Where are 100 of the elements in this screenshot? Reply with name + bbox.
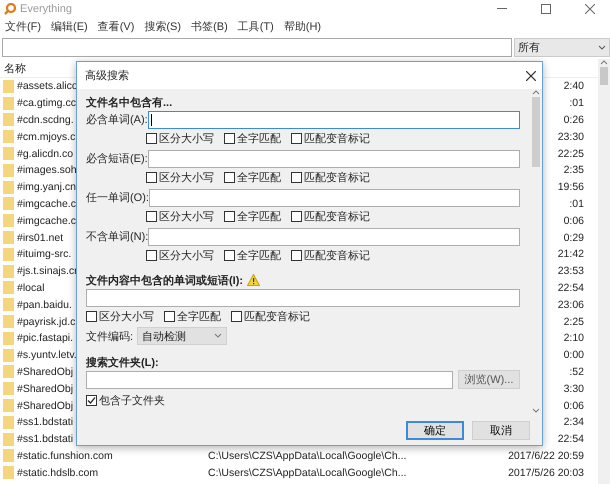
folder-icon [3, 416, 14, 429]
file-name: #pic.fastapi. [17, 332, 74, 344]
caret-icon [598, 44, 606, 50]
filter-dropdown[interactable]: 所有 [514, 38, 610, 57]
folder-icon [3, 214, 14, 228]
field-label: 文件编码: [86, 330, 134, 344]
close-icon[interactable] [526, 70, 536, 80]
checkbox[interactable]: 全字匹配 [224, 170, 281, 185]
checkbox[interactable]: 全字匹配 [224, 248, 281, 263]
folder-icon [3, 164, 14, 177]
encoding-dropdown[interactable]: 自动检测 [137, 327, 228, 345]
file-name: #ss1.bdstati [17, 416, 74, 428]
checkbox[interactable]: 区分大小写 [146, 131, 214, 146]
file-path: C:\Users\CZS\AppData\Local\Google\Ch... [208, 466, 408, 479]
modified-time: 22:54 [558, 433, 585, 446]
checkbox[interactable]: 区分大小写 [146, 170, 214, 185]
folder-icon [3, 348, 14, 362]
file-name: #g.alicdn.co [17, 148, 74, 160]
modified-time: 2:10 [564, 332, 585, 344]
minimize-icon[interactable] [497, 8, 507, 10]
folder-icon [3, 399, 14, 412]
window-title: Everything [20, 2, 73, 14]
modified-time: 23:06 [558, 298, 585, 311]
modified-time: 0:06 [564, 214, 585, 227]
scrollbar-thumb[interactable] [532, 97, 540, 167]
input-field[interactable] [148, 188, 520, 206]
checkbox[interactable]: 匹配变音标记 [291, 209, 370, 224]
checkbox[interactable]: 全字匹配 [224, 131, 281, 146]
menu-item[interactable]: 搜索(S) [144, 18, 182, 34]
section-heading: 搜索文件夹(L): [86, 356, 159, 370]
section-heading: 文件内容中包含的单词或短语(I): [86, 274, 244, 288]
file-path: C:\Users\CZS\AppData\Local\Google\Ch... [208, 450, 408, 462]
modified-time: 0:00 [564, 349, 585, 362]
file-name: #SharedObj [17, 366, 74, 378]
file-name: #imgcache.c [17, 198, 76, 210]
dialog-button[interactable]: 取消 [472, 421, 530, 440]
input-field[interactable] [86, 288, 520, 306]
maximize-icon[interactable] [541, 4, 551, 14]
browse-button[interactable]: 浏览(W)... [458, 370, 520, 389]
checkbox[interactable]: 匹配变音标记 [231, 309, 310, 324]
input-field[interactable] [148, 150, 520, 168]
checkbox[interactable]: 全字匹配 [224, 209, 281, 224]
checkbox[interactable]: 匹配变音标记 [291, 170, 370, 185]
column-header[interactable]: 名称 [4, 60, 26, 76]
scrollbar[interactable] [530, 89, 542, 414]
modified-time: 2:25 [564, 316, 585, 328]
input-field[interactable] [148, 110, 520, 128]
menu-item[interactable]: 查看(V) [98, 18, 134, 34]
warning-icon [247, 274, 260, 286]
dialog-button[interactable]: 确定 [406, 421, 464, 440]
field-label: 不含单词(N): [86, 230, 148, 244]
checkbox[interactable]: 匹配变音标记 [291, 248, 370, 263]
file-name: #ca.gtimg.cc [17, 97, 76, 110]
modified-time: 22:25 [558, 148, 585, 160]
menu-item[interactable]: 编辑(E) [51, 18, 88, 34]
modified-time: 23:53 [558, 265, 585, 278]
section-heading: 文件名中包含有... [86, 96, 172, 110]
folder-icon [3, 80, 14, 93]
file-name: #ituimg-src. [17, 248, 72, 260]
folder-icon [3, 264, 14, 278]
folder-icon [3, 365, 14, 378]
file-name: #images.soh [17, 164, 77, 176]
close-icon[interactable] [585, 4, 595, 14]
folder-icon [3, 315, 14, 328]
input-field[interactable] [148, 228, 520, 246]
file-name: #SharedObj [17, 382, 74, 395]
scroll-down-icon[interactable] [532, 408, 540, 414]
scroll-up-icon[interactable] [532, 89, 540, 95]
modified-time: 2:35 [564, 164, 585, 176]
scrollbar[interactable] [598, 59, 610, 484]
file-name: #ss1.bdstati [17, 433, 74, 446]
field-label: 必含短语(E): [86, 152, 148, 166]
modified-time: 21:42 [558, 248, 585, 260]
file-name: #SharedObj [17, 400, 74, 412]
file-name: #assets.alico [17, 80, 78, 92]
modified-time: 19:56 [558, 181, 585, 194]
modified-time: :52 [569, 366, 585, 378]
scroll-up-icon[interactable] [600, 59, 608, 65]
checkbox[interactable]: 全字匹配 [164, 309, 221, 324]
checkbox[interactable]: 包含子文件夹 [86, 393, 165, 408]
modified-time: 2017/6/22 20:59 [508, 450, 585, 462]
menu-item[interactable]: 工具(T) [238, 18, 274, 34]
file-name: #local [17, 282, 44, 294]
scrollbar-thumb[interactable] [600, 67, 608, 85]
file-name: #imgcache.c [17, 214, 76, 227]
search-field[interactable] [2, 38, 512, 57]
file-name: #pan.baidu. [17, 298, 72, 311]
menu-item[interactable]: 帮助(H) [284, 18, 322, 34]
checkbox[interactable]: 匹配变音标记 [291, 131, 370, 146]
modified-time: 2:40 [564, 80, 585, 92]
checkbox[interactable]: 区分大小写 [146, 209, 214, 224]
input-field[interactable] [86, 370, 453, 388]
menu-item[interactable]: 书签(B) [191, 18, 228, 34]
folder-icon [3, 281, 14, 294]
file-name: #payrisk.jd.c [17, 316, 76, 328]
checkbox[interactable]: 区分大小写 [86, 309, 154, 324]
menu-item[interactable]: 文件(F) [5, 18, 42, 34]
folder-icon [3, 248, 14, 261]
folder-icon [3, 180, 14, 194]
checkbox[interactable]: 区分大小写 [146, 248, 214, 263]
